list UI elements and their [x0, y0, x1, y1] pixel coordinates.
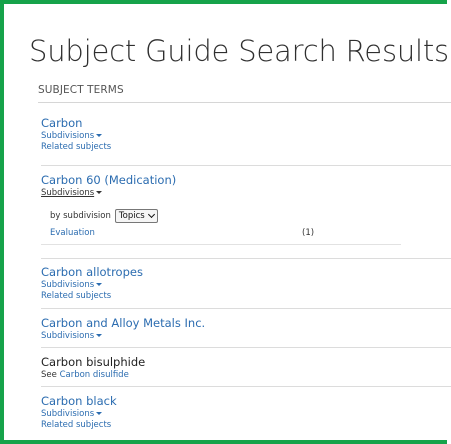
subdivisions-label: Subdivisions: [41, 409, 95, 419]
caret-down-icon: [96, 283, 103, 286]
main-content: Subject Guide Search Results SUBJECT TER…: [29, 0, 451, 436]
filter-label: by subdivision: [50, 211, 111, 221]
page-title: Subject Guide Search Results: [29, 34, 449, 68]
subject-link-carbon[interactable]: Carbon: [41, 116, 451, 131]
subdivision-filter: by subdivision Topics: [50, 209, 158, 223]
subdivision-count: (1): [302, 228, 315, 238]
related-subjects-link[interactable]: Related subjects: [41, 420, 451, 431]
subdivisions-toggle[interactable]: Subdivisions: [41, 409, 451, 420]
see-prefix: See: [41, 370, 57, 380]
subject-heading-carbon-bisulphide: Carbon bisulphide: [41, 355, 146, 369]
section-divider: [38, 102, 451, 103]
item-divider: [41, 308, 451, 309]
select-value: Topics: [118, 211, 145, 221]
item-divider: [41, 258, 451, 259]
subject-link-carbon-and-alloy-metals[interactable]: Carbon and Alloy Metals Inc.: [41, 316, 451, 331]
list-item: Carbon black Subdivisions Related subjec…: [41, 394, 451, 431]
subject-link-carbon-60[interactable]: Carbon 60 (Medication): [41, 173, 451, 188]
list-item: Carbon Subdivisions Related subjects: [41, 116, 451, 153]
subdivision-divider: [41, 244, 401, 245]
related-subjects-link[interactable]: Related subjects: [41, 142, 451, 153]
list-item: Carbon bisulphide See Carbon disulfide: [41, 355, 451, 381]
caret-down-icon: [96, 334, 103, 337]
subject-link-carbon-black[interactable]: Carbon black: [41, 394, 451, 409]
see-reference-link[interactable]: Carbon disulfide: [60, 370, 129, 380]
caret-down-icon: [96, 191, 103, 194]
subdivisions-label: Subdivisions: [41, 131, 95, 141]
list-item: Carbon 60 (Medication) Subdivisions: [41, 173, 451, 199]
item-divider: [41, 165, 451, 166]
subdivisions-toggle[interactable]: Subdivisions: [41, 131, 451, 142]
subdivisions-label: Subdivisions: [41, 280, 95, 290]
subdivisions-label: Subdivisions: [41, 331, 95, 341]
subdivisions-toggle-expanded[interactable]: Subdivisions: [41, 188, 451, 199]
caret-down-icon: [96, 134, 103, 137]
subdivisions-label: Subdivisions: [41, 188, 95, 198]
caret-down-icon: [96, 412, 103, 415]
subdivisions-toggle[interactable]: Subdivisions: [41, 331, 451, 342]
item-divider: [41, 386, 451, 387]
subdivision-link-evaluation[interactable]: Evaluation: [50, 228, 95, 238]
see-reference: See Carbon disulfide: [41, 370, 451, 381]
item-divider: [41, 347, 451, 348]
list-item: Carbon allotropes Subdivisions Related s…: [41, 265, 451, 302]
section-label: SUBJECT TERMS: [38, 84, 124, 96]
subdivisions-toggle[interactable]: Subdivisions: [41, 280, 451, 291]
subject-link-carbon-allotropes[interactable]: Carbon allotropes: [41, 265, 451, 280]
subdivision-type-select[interactable]: Topics: [114, 209, 158, 223]
related-subjects-link[interactable]: Related subjects: [41, 291, 451, 302]
list-item: Carbon and Alloy Metals Inc. Subdivision…: [41, 316, 451, 342]
chevron-down-icon: [147, 210, 155, 219]
